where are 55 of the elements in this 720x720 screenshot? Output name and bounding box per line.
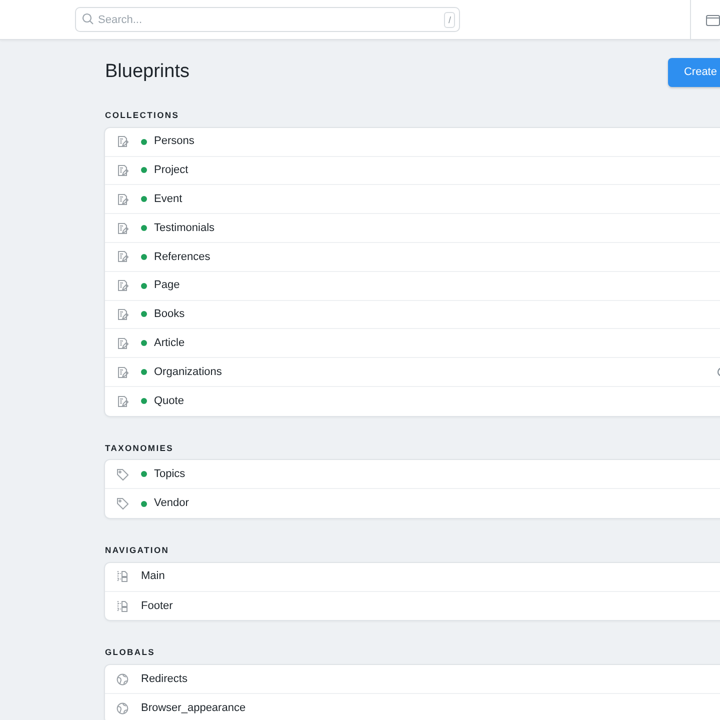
blueprint-name: Books: [154, 307, 185, 322]
blueprint-name: Page: [154, 278, 180, 294]
blueprint-document-icon: [116, 394, 129, 408]
section-heading: COLLECTIONS: [105, 109, 180, 122]
list-row[interactable]: Event: [105, 185, 720, 214]
blueprint-name: Footer: [141, 598, 173, 614]
page-title: Blueprints: [105, 61, 190, 84]
blueprint-document-icon: [116, 250, 129, 264]
list-row[interactable]: Footer: [105, 592, 720, 620]
blueprint-document-icon: [116, 279, 129, 292]
sitemap-icon: [116, 600, 129, 612]
list-row[interactable]: Page: [105, 272, 720, 301]
list-row[interactable]: Browser_appearance: [105, 694, 720, 720]
blueprint-document-icon: [116, 336, 129, 350]
section-heading: NAVIGATION: [105, 544, 170, 557]
list-row[interactable]: Persons: [105, 128, 720, 157]
list-row[interactable]: Quote: [105, 386, 720, 416]
globe-icon: [116, 672, 129, 686]
blueprint-name: Event: [154, 192, 182, 207]
section-heading: TAXONOMIES: [105, 442, 175, 454]
blueprint-name: Main: [141, 569, 165, 584]
blueprint-name: Redirects: [141, 672, 188, 687]
sitemap-icon: [116, 570, 129, 584]
blueprint-document-icon: [116, 222, 129, 235]
blueprint-name: Persons: [154, 134, 194, 150]
list-row[interactable]: Main: [105, 562, 720, 592]
tag-icon: [116, 497, 129, 510]
blueprint-name: Testimonials: [154, 220, 215, 236]
blueprint-name: References: [154, 250, 210, 265]
blueprint-name: Browser_appearance: [141, 701, 246, 716]
list-row[interactable]: Vendor: [105, 489, 720, 518]
blueprint-name: Vendor: [154, 496, 189, 512]
list-row[interactable]: Project: [105, 156, 720, 186]
blueprint-name: Article: [154, 336, 185, 351]
list-row[interactable]: References: [105, 242, 720, 272]
blueprint-name: Quote: [154, 394, 184, 410]
list-row[interactable]: Testimonials: [105, 214, 720, 243]
list-row[interactable]: Article: [105, 329, 720, 358]
blueprint-document-icon: [116, 366, 129, 379]
shortcut-key: /: [444, 12, 455, 28]
window-icon[interactable]: [706, 14, 720, 26]
blueprint-name: Topics: [154, 467, 186, 482]
list-row[interactable]: Topics: [105, 460, 720, 490]
list-row[interactable]: Redirects: [105, 665, 720, 694]
blueprint-name: Project: [154, 163, 188, 178]
blueprint-document-icon: [116, 192, 129, 206]
section-heading: GLOBALS: [105, 646, 156, 660]
blueprint-document-icon: [116, 164, 129, 177]
globe-icon: [116, 702, 129, 715]
list-row[interactable]: Books: [105, 300, 720, 330]
blueprint-document-icon: [116, 135, 129, 148]
blueprint-document-icon: [116, 308, 129, 321]
list-row[interactable]: Organizations: [105, 358, 720, 387]
tag-icon: [116, 468, 129, 481]
blueprint-name: Organizations: [154, 364, 222, 380]
